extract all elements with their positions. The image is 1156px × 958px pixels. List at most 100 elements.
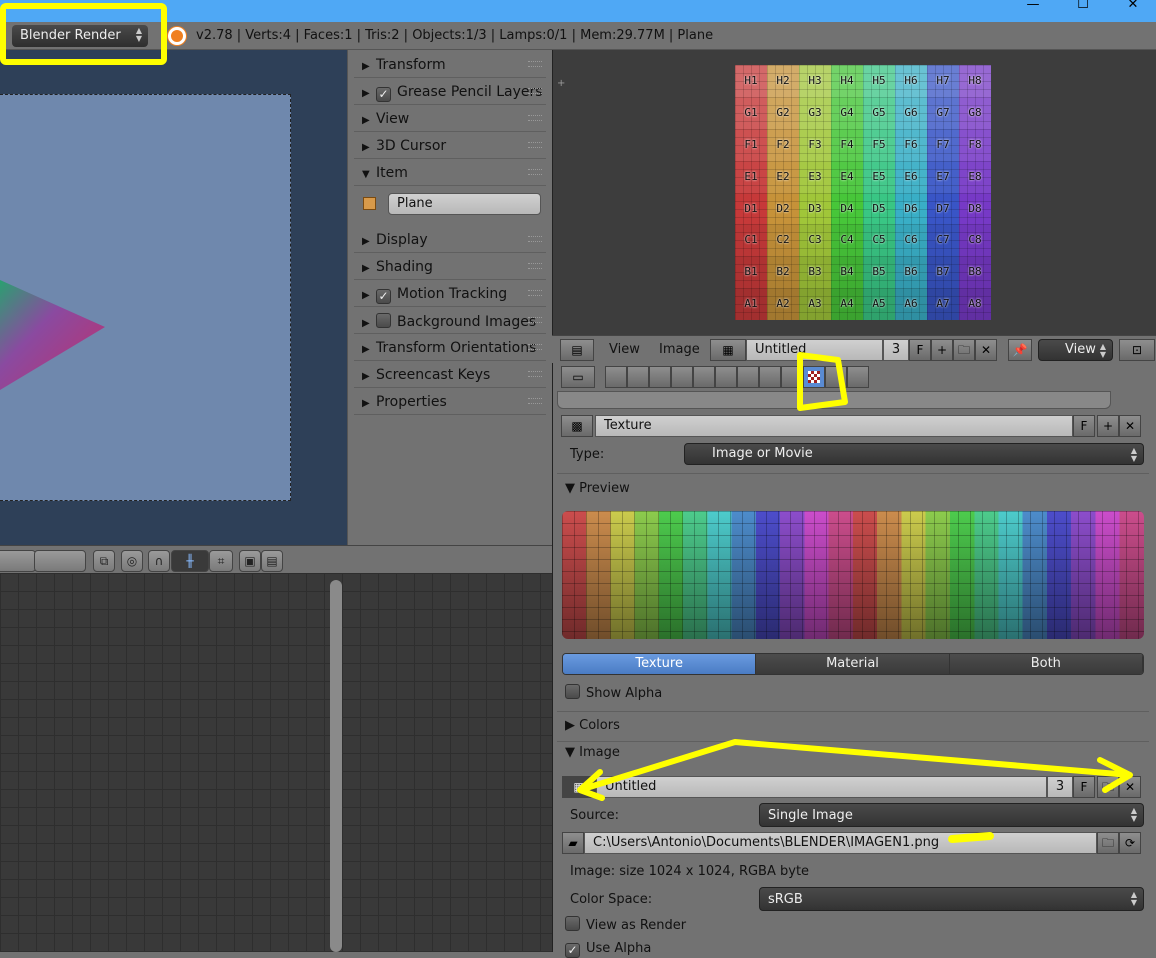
- checkbox-checked-icon[interactable]: ✓: [376, 87, 391, 102]
- source-dropdown[interactable]: Single Image ▲ ▼: [759, 803, 1144, 827]
- texture-name-field[interactable]: Texture: [595, 415, 1073, 437]
- unlink-texture-icon[interactable]: ✕: [1119, 415, 1141, 437]
- panel-properties[interactable]: ▶ Properties: [354, 389, 546, 415]
- image-browse-icon[interactable]: ▦: [710, 339, 746, 361]
- unlink-image-icon[interactable]: ✕: [975, 339, 997, 361]
- reload-icon[interactable]: ⟳: [1119, 832, 1141, 854]
- uv-image-editor[interactable]: + H1 H2 H3 H4 H5 H6 H7 H8 G1 G2 G3 G4 G5 G6 G7 G8 F1 F2 F3…: [552, 50, 1156, 335]
- color-space-dropdown[interactable]: sRGB ▲ ▼: [759, 887, 1144, 911]
- panel-transform-orientations[interactable]: ▶ Transform Orientations: [354, 335, 546, 361]
- vertical-scrollbar[interactable]: [330, 580, 342, 952]
- image-browse-icon[interactable]: ▦: [562, 776, 596, 798]
- render-still-icon[interactable]: ▣: [239, 550, 261, 572]
- node-editor-grid[interactable]: [0, 573, 552, 952]
- snap-target-icon[interactable]: ⌗: [209, 550, 233, 572]
- tab-scene-icon[interactable]: [649, 366, 671, 388]
- image-users[interactable]: 3: [1047, 776, 1073, 798]
- fake-user-button[interactable]: F: [1073, 415, 1095, 437]
- editor-type-icon[interactable]: ▭: [561, 366, 595, 388]
- texture-type-dropdown[interactable]: Image or Movie ▲ ▼: [684, 443, 1144, 465]
- tab-object-icon[interactable]: [693, 366, 715, 388]
- panel-transform[interactable]: ▶ Transform: [354, 52, 546, 78]
- checkbox-checked-icon[interactable]: ✓: [376, 289, 391, 304]
- snap-magnet-icon[interactable]: ∩: [148, 550, 170, 572]
- proportional-edit-icon[interactable]: ◎: [121, 550, 143, 572]
- render-engine-dropdown[interactable]: Blender Render ▲ ▼: [12, 25, 148, 47]
- panel-background-images[interactable]: ▶ Background Images: [354, 308, 546, 334]
- panel-preview[interactable]: ▼ Preview: [565, 481, 630, 496]
- show-alpha-checkbox[interactable]: Show Alpha: [565, 684, 662, 701]
- panel-screencast-keys[interactable]: ▶ Screencast Keys: [354, 362, 546, 388]
- menu-image[interactable]: Image: [659, 342, 700, 357]
- expand-icon[interactable]: +: [557, 78, 565, 89]
- panel-3d-cursor[interactable]: ▶ 3D Cursor: [354, 133, 546, 159]
- panel-motion-tracking[interactable]: ▶ ✓ Motion Tracking: [354, 281, 546, 307]
- object-name-field[interactable]: Plane: [388, 193, 541, 215]
- tab-render-layers-icon[interactable]: [627, 366, 649, 388]
- panel-image[interactable]: ▼ Image: [565, 745, 620, 760]
- close-window-button[interactable]: ✕: [1110, 0, 1156, 22]
- tab-render-icon[interactable]: [605, 366, 627, 388]
- fake-user-button[interactable]: F: [909, 339, 931, 361]
- tab-constraints-icon[interactable]: [715, 366, 737, 388]
- pack-icon[interactable]: ▰: [562, 832, 584, 854]
- layer-buttons-1[interactable]: [0, 550, 36, 572]
- texture-browse-icon[interactable]: ▩: [561, 415, 593, 437]
- panel-view[interactable]: ▶ View: [354, 106, 546, 132]
- view-mode-dropdown[interactable]: View ▲ ▼: [1038, 339, 1113, 361]
- snap-element-dropdown[interactable]: ╫: [171, 550, 209, 572]
- tab-material[interactable]: Material: [756, 654, 950, 674]
- tab-texture[interactable]: Texture: [563, 654, 757, 674]
- drag-grip-icon[interactable]: [528, 61, 542, 67]
- drag-grip-icon[interactable]: [528, 236, 542, 242]
- checkbox-icon[interactable]: [376, 313, 391, 328]
- drag-grip-icon[interactable]: [528, 142, 542, 148]
- image-users[interactable]: 3: [883, 339, 909, 361]
- panel-grease-pencil-layers[interactable]: ▶ ✓ Grease Pencil Layers: [354, 79, 546, 105]
- use-alpha-checkbox[interactable]: ✓ Use Alpha: [565, 941, 651, 958]
- drag-grip-icon[interactable]: [528, 263, 542, 269]
- drag-grip-icon[interactable]: [528, 115, 542, 121]
- tab-particles-icon[interactable]: [825, 366, 847, 388]
- unlink-image-icon[interactable]: ✕: [1119, 776, 1141, 798]
- browse-file-icon[interactable]: 🗀: [1097, 832, 1119, 854]
- filepath-field[interactable]: C:\Users\Antonio\Documents\BLENDER\IMAGE…: [584, 832, 1097, 854]
- tab-world-icon[interactable]: [671, 366, 693, 388]
- tab-both[interactable]: Both: [949, 654, 1143, 674]
- panel-colors[interactable]: ▶ Colors: [565, 718, 620, 733]
- pivot-icon[interactable]: ⊡: [1119, 339, 1155, 361]
- drag-grip-icon[interactable]: [528, 317, 542, 323]
- 3d-viewport[interactable]: [0, 50, 347, 545]
- panel-display[interactable]: ▶ Display: [354, 227, 546, 253]
- pin-icon[interactable]: 📌: [1008, 339, 1032, 361]
- drag-grip-icon[interactable]: [528, 344, 542, 350]
- drag-grip-icon[interactable]: [528, 290, 542, 296]
- view-as-render-checkbox[interactable]: View as Render: [565, 916, 686, 933]
- drag-grip-icon[interactable]: [528, 88, 542, 94]
- drag-grip-icon[interactable]: [528, 398, 542, 404]
- panel-item[interactable]: ▼ Item: [354, 160, 546, 186]
- drag-grip-icon[interactable]: [528, 371, 542, 377]
- tab-texture-icon[interactable]: [803, 366, 825, 388]
- drag-grip-icon[interactable]: [528, 169, 542, 175]
- lock-layers-icon[interactable]: ⧉: [93, 550, 115, 572]
- image-name-field[interactable]: Untitled: [746, 339, 883, 361]
- new-image-icon[interactable]: +: [931, 339, 953, 361]
- tab-material-icon[interactable]: [781, 366, 803, 388]
- new-texture-icon[interactable]: +: [1097, 415, 1119, 437]
- tab-physics-icon[interactable]: [847, 366, 869, 388]
- tab-modifiers-icon[interactable]: [737, 366, 759, 388]
- minimize-button[interactable]: —: [1010, 0, 1056, 22]
- open-image-icon[interactable]: 🗀: [1097, 776, 1119, 798]
- open-image-icon[interactable]: 🗀: [953, 339, 975, 361]
- image-name-field[interactable]: Untitled: [596, 776, 1047, 798]
- menu-view[interactable]: View: [609, 342, 640, 357]
- render-animation-icon[interactable]: ▤: [261, 550, 283, 572]
- texture-slot-list[interactable]: [557, 391, 1111, 409]
- maximize-button[interactable]: ☐: [1060, 0, 1106, 22]
- editor-type-icon[interactable]: ▤: [560, 339, 594, 361]
- layer-buttons-2[interactable]: [34, 550, 86, 572]
- panel-shading[interactable]: ▶ Shading: [354, 254, 546, 280]
- tab-data-icon[interactable]: [759, 366, 781, 388]
- fake-user-button[interactable]: F: [1073, 776, 1095, 798]
